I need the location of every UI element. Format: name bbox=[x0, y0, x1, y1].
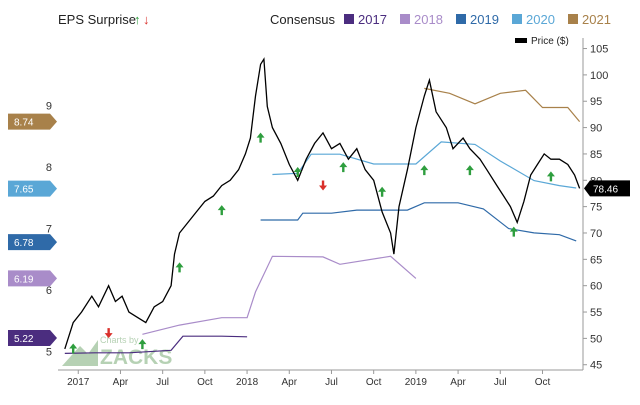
x-tick-label: 2018 bbox=[236, 377, 259, 388]
right-tick-label: 95 bbox=[590, 96, 602, 108]
value-tag-label: 6.19 bbox=[14, 274, 34, 285]
consensus-line-2018 bbox=[142, 255, 417, 335]
right-tick-label: 105 bbox=[590, 44, 608, 56]
legend-label-2019: 2019 bbox=[470, 12, 499, 27]
left-tick-label: 9 bbox=[46, 101, 52, 113]
consensus-label: Consensus bbox=[270, 12, 336, 27]
beat-arrow-icon bbox=[256, 132, 265, 143]
chart-title: EPS Surprise bbox=[58, 12, 136, 27]
right-tick-label: 90 bbox=[590, 123, 602, 135]
consensus-lines bbox=[64, 57, 581, 354]
eps-surprise-chart: EPS Surprise ↑ ↓ Consensus 2017 2018 2019 2… bbox=[8, 12, 630, 388]
right-tick-label: 60 bbox=[590, 281, 602, 293]
beat-arrow-icon bbox=[339, 162, 348, 173]
consensus-line-2021 bbox=[424, 87, 581, 122]
price-tag-label: 78.46 bbox=[593, 184, 618, 195]
value-tag-label: 6.78 bbox=[14, 238, 34, 249]
miss-arrow-icon: ↓ bbox=[143, 12, 150, 27]
right-tick-label: 65 bbox=[590, 254, 602, 266]
beat-arrow-icon bbox=[378, 186, 387, 197]
left-axis-ticks: 5 6 7 8 9 bbox=[46, 101, 52, 359]
x-tick-label: Jul bbox=[494, 377, 507, 388]
legend-label-2021: 2021 bbox=[582, 12, 611, 27]
legend-label-2020: 2020 bbox=[526, 12, 555, 27]
x-tick-label: Apr bbox=[281, 377, 297, 388]
legend-swatch-2017 bbox=[344, 14, 354, 24]
right-tick-label: 100 bbox=[590, 70, 608, 82]
right-axis-ticks: 4550556065707580859095100105 bbox=[583, 44, 608, 372]
x-tick-label: Jul bbox=[325, 377, 338, 388]
price-legend-swatch bbox=[515, 38, 527, 43]
consensus-legend: 2017 2018 2019 2020 2021 bbox=[344, 12, 611, 27]
left-tick-label: 8 bbox=[46, 162, 52, 174]
beat-arrow-icon bbox=[465, 165, 474, 176]
consensus-line-2019 bbox=[260, 202, 577, 242]
beat-arrow-icon bbox=[546, 171, 555, 182]
right-tick-label: 75 bbox=[590, 202, 602, 214]
legend-swatch-2020 bbox=[512, 14, 522, 24]
left-tick-label: 5 bbox=[46, 347, 52, 359]
left-tick-label: 6 bbox=[46, 285, 52, 297]
right-tick-label: 55 bbox=[590, 307, 602, 319]
watermark-small: Charts by bbox=[100, 335, 139, 345]
legend-label-2017: 2017 bbox=[358, 12, 387, 27]
value-tag-label: 8.74 bbox=[14, 118, 34, 129]
right-tick-label: 50 bbox=[590, 333, 602, 345]
right-tick-label: 45 bbox=[590, 360, 602, 372]
x-tick-label: Oct bbox=[197, 377, 213, 388]
beat-arrow-icon bbox=[509, 226, 518, 237]
zacks-watermark: Charts by ZACKS bbox=[62, 335, 172, 369]
legend-label-2018: 2018 bbox=[414, 12, 443, 27]
watermark-big: ZACKS bbox=[100, 346, 172, 369]
left-tick-label: 7 bbox=[46, 224, 52, 236]
legend-swatch-2018 bbox=[400, 14, 410, 24]
value-tag-label: 7.65 bbox=[14, 185, 34, 196]
x-tick-label: Oct bbox=[535, 377, 551, 388]
price-line bbox=[64, 57, 581, 350]
x-tick-label: 2017 bbox=[67, 377, 90, 388]
right-tick-label: 85 bbox=[590, 149, 602, 161]
x-tick-label: Jul bbox=[156, 377, 169, 388]
beat-arrow-icon bbox=[217, 205, 226, 216]
beat-arrow-icon bbox=[420, 165, 429, 176]
x-tick-label: Apr bbox=[450, 377, 466, 388]
miss-arrow-icon bbox=[319, 180, 328, 191]
x-tick-label: 2019 bbox=[405, 377, 428, 388]
x-tick-label: Apr bbox=[113, 377, 129, 388]
current-value-tags: 8.74 7.65 6.78 6.19 5.22 78.46 bbox=[8, 113, 630, 347]
beat-arrow-icon: ↑ bbox=[134, 12, 141, 27]
legend-swatch-2021 bbox=[568, 14, 578, 24]
legend-swatch-2019 bbox=[456, 14, 466, 24]
x-axis-ticks: 2017 Apr Jul Oct 2018 Apr Jul Oct 2019 Apr Jul Oct bbox=[67, 370, 550, 388]
x-tick-label: Oct bbox=[366, 377, 382, 388]
value-tag-label: 5.22 bbox=[14, 334, 34, 345]
beat-arrow-icon bbox=[175, 262, 184, 273]
consensus-line-2020 bbox=[272, 141, 577, 189]
right-tick-label: 70 bbox=[590, 228, 602, 240]
price-legend-label: Price ($) bbox=[531, 36, 569, 47]
